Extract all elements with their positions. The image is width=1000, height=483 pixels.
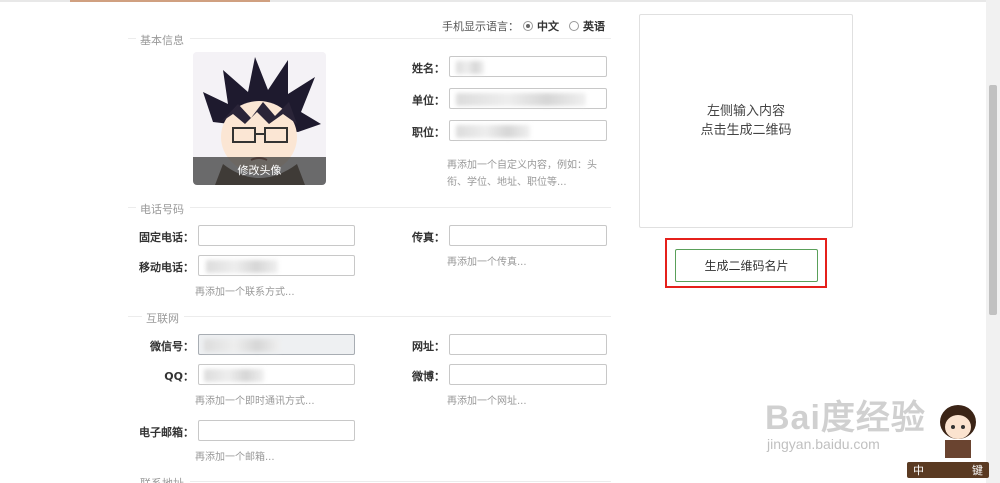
section-divider — [128, 38, 136, 39]
redacted-value — [204, 369, 264, 382]
add-url-link[interactable]: 再添加一个网址... — [447, 393, 527, 410]
wechat-label: 微信号： — [150, 340, 194, 353]
watermark-brand: Bai度经验 — [765, 399, 926, 437]
baidu-jingyan-watermark: Bai度经验 jingyan.baidu.com 中 键 — [765, 388, 990, 480]
scrollbar-thumb[interactable] — [989, 85, 997, 315]
qr-preview: 左侧输入内容 点击生成二维码 — [639, 14, 853, 228]
section-title-internet: 互联网 — [146, 312, 179, 325]
qr-preview-line2: 点击生成二维码 — [700, 123, 792, 138]
redacted-value — [204, 339, 280, 352]
landline-input[interactable] — [198, 225, 355, 246]
add-email-link[interactable]: 再添加一个邮箱... — [195, 449, 275, 466]
watermark-tag-left: 中 — [913, 464, 924, 477]
section-title-phone: 电话号码 — [140, 203, 184, 216]
section-title-basic: 基本信息 — [140, 34, 184, 47]
watermark-site: jingyan.baidu.com — [767, 436, 880, 452]
redacted-value — [456, 93, 586, 106]
add-im-link[interactable]: 再添加一个即时通讯方式... — [195, 393, 315, 410]
weibo-label: 微博： — [412, 370, 445, 383]
qq-label: QQ： — [164, 370, 194, 383]
change-avatar-button[interactable]: 修改头像 — [193, 157, 326, 185]
add-contact-link[interactable]: 再添加一个联系方式... — [195, 284, 295, 301]
fax-input[interactable] — [449, 225, 607, 246]
add-fax-link[interactable]: 再添加一个传真... — [447, 254, 527, 271]
mobile-label: 移动电话： — [139, 261, 194, 274]
radio-english[interactable] — [569, 21, 579, 31]
section-divider — [190, 481, 611, 482]
language-label: 手机显示语言： — [442, 20, 519, 33]
company-label: 单位： — [412, 94, 445, 107]
fax-label: 传真： — [412, 231, 445, 244]
section-title-address: 联系地址 — [140, 475, 184, 483]
redacted-value — [456, 61, 484, 74]
landline-label: 固定电话： — [139, 231, 194, 244]
section-divider — [128, 316, 142, 317]
website-input[interactable] — [449, 334, 607, 355]
watermark-tag: 中 键 — [907, 462, 989, 478]
avatar[interactable]: 修改头像 — [193, 52, 326, 185]
section-divider — [190, 38, 611, 39]
position-label: 职位： — [412, 126, 445, 139]
redacted-value — [206, 260, 278, 273]
add-custom-field-link[interactable]: 再添加一个自定义内容，例如：头衔、学位、地址、职位等... — [447, 157, 612, 191]
language-option-english[interactable]: 英语 — [583, 18, 605, 34]
email-input[interactable] — [198, 420, 355, 441]
email-label: 电子邮箱： — [139, 426, 194, 439]
section-divider — [128, 207, 136, 208]
top-border — [0, 0, 1000, 2]
radio-chinese[interactable] — [523, 21, 533, 31]
weibo-input[interactable] — [449, 364, 607, 385]
section-divider — [190, 207, 611, 208]
website-label: 网址： — [412, 340, 445, 353]
top-accent — [70, 0, 270, 2]
generate-qr-card-button[interactable]: 生成二维码名片 — [675, 249, 818, 282]
qr-preview-line1: 左侧输入内容 — [706, 104, 785, 119]
name-label: 姓名： — [412, 62, 445, 75]
section-divider — [184, 316, 611, 317]
redacted-value — [456, 125, 530, 138]
watermark-tag-right: 键 — [972, 464, 983, 477]
mascot-icon — [940, 405, 976, 458]
language-selector: 手机显示语言： 中文 英语 — [442, 18, 611, 34]
language-option-chinese[interactable]: 中文 — [537, 18, 559, 34]
